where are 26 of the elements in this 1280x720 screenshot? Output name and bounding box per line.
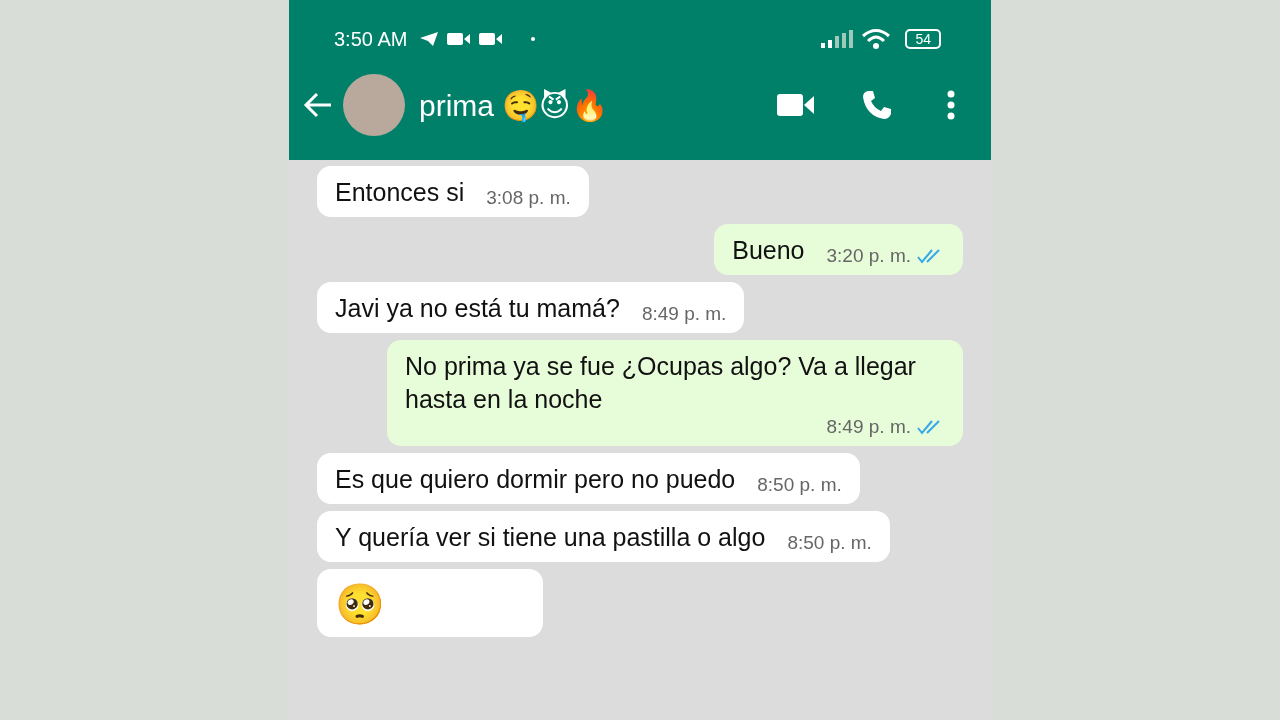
video-camera-icon [479,32,504,46]
paper-plane-icon [419,31,440,47]
message-time: 8:50 p. m. [757,474,842,496]
video-call-icon[interactable] [777,92,815,118]
message-text: Y quería ver si tiene una pastilla o algo [335,522,766,553]
message-text: 🥺 [335,581,386,628]
message-text: Entonces si [335,177,465,208]
phone-icon[interactable] [861,89,893,121]
more-options-icon[interactable] [947,90,955,120]
message-time: 8:49 p. m. [826,416,911,438]
message-time: 3:08 p. m. [486,187,571,209]
video-camera-icon [447,32,472,46]
message-text: Es que quiero dormir pero no puedo [335,464,736,495]
status-time: 3:50 AM [334,27,408,51]
battery-indicator: 54 [905,29,941,49]
message-text: Javi ya no está tu mamá? [335,293,620,324]
contact-name[interactable]: prima 🤤😈🔥 [419,87,608,123]
back-arrow-icon[interactable] [303,92,333,118]
message-time: 8:49 p. m. [641,303,727,325]
message-text: No prima ya se fue ¿Ocupas algo? Va a llegar hasta en la noche [405,351,917,415]
message-text: Bueno [732,235,805,266]
dot-icon [531,37,536,41]
message-time: 8:50 p. m. [787,532,872,554]
message-time: 3:20 p. m. [826,245,911,267]
wifi-icon [861,28,892,50]
signal-icon [821,30,854,48]
